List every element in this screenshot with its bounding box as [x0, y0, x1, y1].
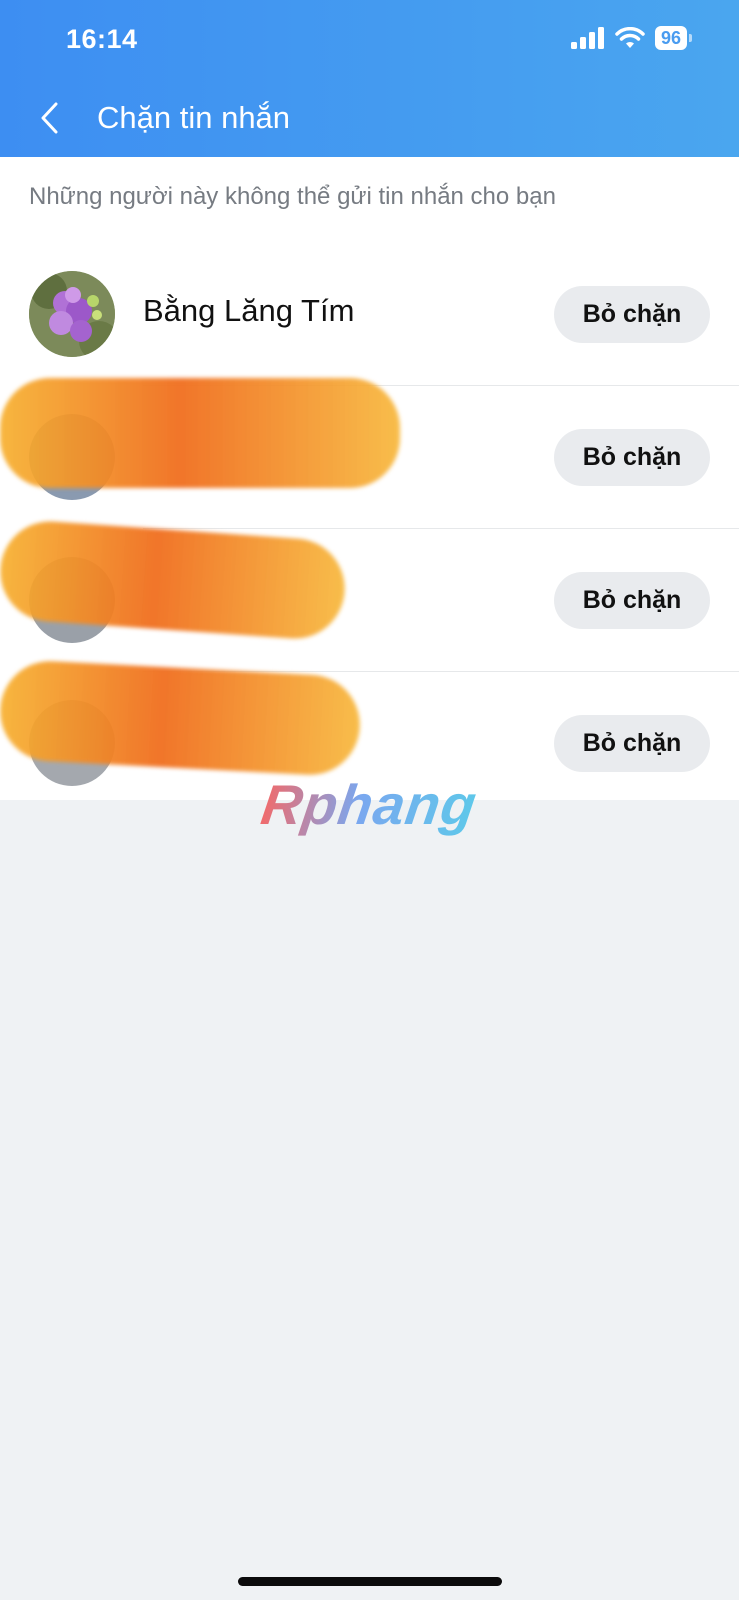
app-header: 16:14 96 Chặn tin nhắn: [0, 0, 739, 157]
blocked-user-row: Bằng Lăng Tím Bỏ chặn: [0, 243, 739, 386]
status-icons: 96: [570, 26, 693, 50]
unblock-button[interactable]: Bỏ chặn: [554, 715, 710, 772]
avatar: [29, 271, 115, 357]
redaction-mark: [0, 658, 363, 778]
home-indicator: [238, 1577, 502, 1586]
unblock-button[interactable]: Bỏ chặn: [554, 429, 710, 486]
unblock-button[interactable]: Bỏ chặn: [554, 572, 710, 629]
user-name: Bằng Lăng Tím: [143, 293, 355, 328]
back-button[interactable]: [36, 100, 66, 136]
signal-icon: [570, 27, 604, 49]
wifi-icon: [615, 27, 645, 48]
page-title: Chặn tin nhắn: [97, 100, 291, 135]
chevron-left-icon: [41, 102, 58, 134]
battery-icon: 96: [654, 26, 693, 50]
redaction-mark: [0, 378, 400, 488]
description-text: Những người này không thể gửi tin nhắn c…: [29, 183, 556, 210]
unblock-button[interactable]: Bỏ chặn: [554, 286, 710, 343]
watermark: Rphang: [257, 773, 481, 836]
status-time: 16:14: [66, 24, 138, 54]
